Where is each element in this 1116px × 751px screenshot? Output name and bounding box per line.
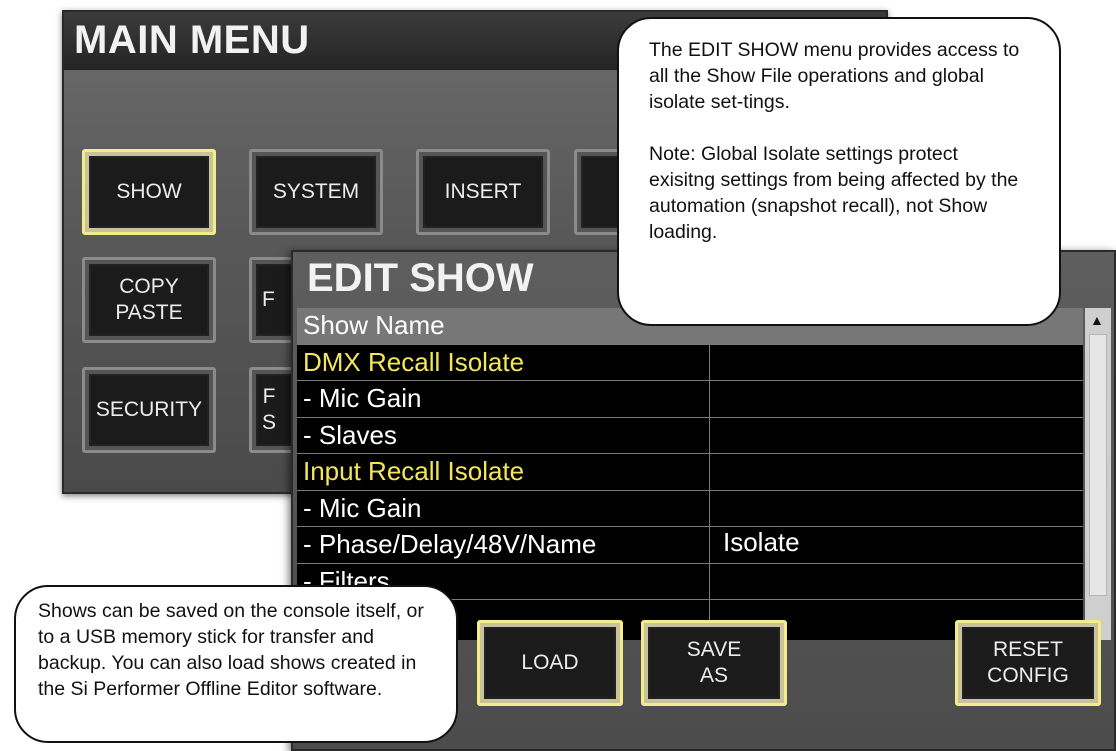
load-button[interactable]: LOAD	[477, 620, 623, 706]
table-row[interactable]: - Slaves	[297, 418, 1083, 454]
scrollbar-thumb[interactable]	[1089, 334, 1107, 596]
show-button[interactable]: SHOW	[82, 149, 216, 235]
insert-button[interactable]: INSERT	[416, 149, 550, 235]
main-menu-title: MAIN MENU	[74, 18, 310, 62]
table-row[interactable]: Input Recall Isolate	[297, 454, 1083, 491]
copy-paste-button[interactable]: COPY PASTE	[82, 257, 216, 343]
table-row[interactable]: - Mic Gain	[297, 381, 1083, 418]
system-button[interactable]: SYSTEM	[249, 149, 383, 235]
table-row[interactable]: - Phase/Delay/48V/Name Isolate	[297, 527, 1083, 564]
callout-text: Shows can be saved on the console itself…	[38, 600, 424, 700]
callout-text: The EDIT SHOW menu provides access to al…	[649, 39, 1020, 113]
reset-config-button[interactable]: RESET CONFIG	[955, 620, 1101, 706]
edit-show-info-callout: The EDIT SHOW menu provides access to al…	[617, 17, 1061, 326]
save-as-button[interactable]: SAVE AS	[641, 620, 787, 706]
edit-show-title: EDIT SHOW	[307, 256, 534, 300]
security-button[interactable]: SECURITY	[82, 367, 216, 453]
table-row[interactable]: - Mic Gain	[297, 491, 1083, 527]
table-scrollbar[interactable]: ▲ ▼	[1085, 308, 1111, 640]
table-row[interactable]: DMX Recall Isolate	[297, 345, 1083, 381]
save-info-callout: Shows can be saved on the console itself…	[14, 585, 458, 743]
callout-note-text: Note: Global Isolate settings protect ex…	[649, 142, 1019, 243]
scroll-up-arrow-icon[interactable]: ▲	[1090, 312, 1104, 328]
